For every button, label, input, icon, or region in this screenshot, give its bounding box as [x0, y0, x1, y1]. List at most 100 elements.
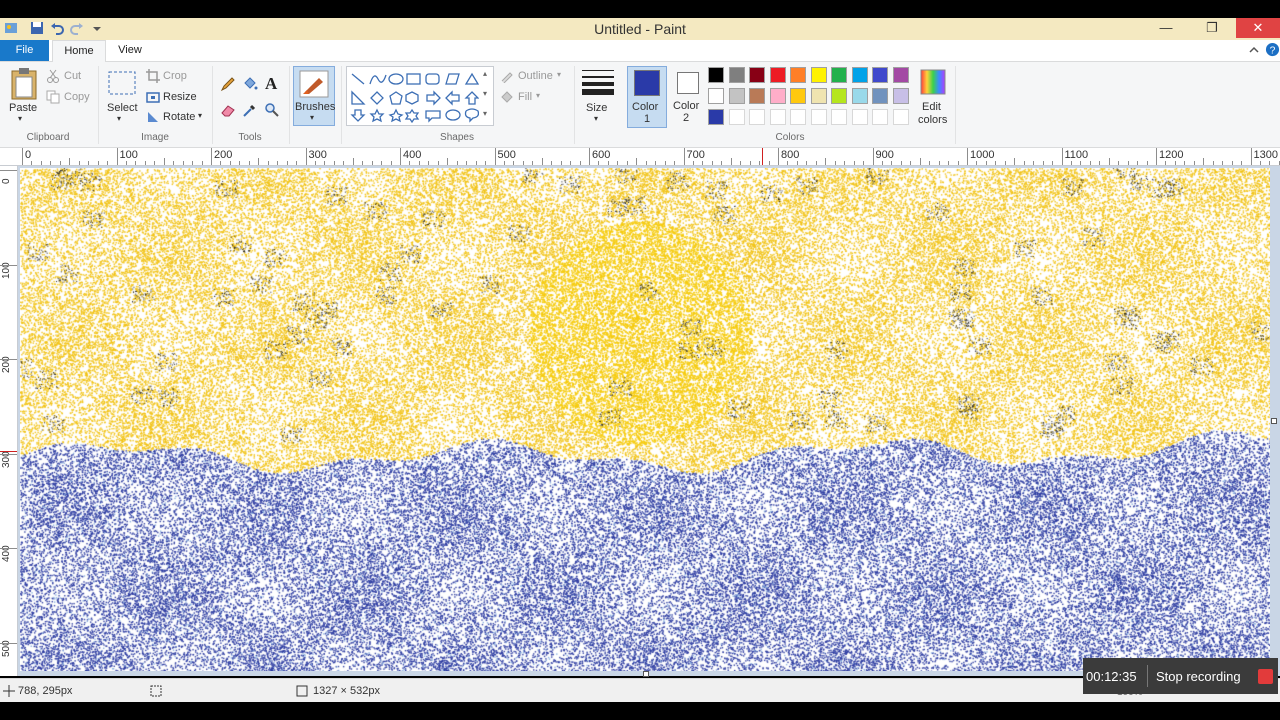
- fill-label[interactable]: Fill: [518, 91, 532, 103]
- resize-icon[interactable]: [146, 90, 160, 104]
- tab-file[interactable]: File: [0, 40, 49, 61]
- ruler-minor-tick: [948, 161, 950, 165]
- resize-label[interactable]: Resize: [163, 91, 197, 103]
- edit-colors-label-2[interactable]: colors: [918, 114, 947, 126]
- palette-swatch[interactable]: [790, 109, 806, 125]
- drawing-canvas[interactable]: [20, 168, 1270, 671]
- color-picker-icon[interactable]: [242, 102, 258, 118]
- fill-icon[interactable]: [500, 90, 514, 104]
- color1-button[interactable]: Color 1: [627, 66, 667, 128]
- palette-swatch[interactable]: [728, 88, 745, 104]
- edit-colors-label-1[interactable]: Edit: [922, 101, 941, 113]
- select-label[interactable]: Select: [107, 102, 138, 114]
- rotate-label[interactable]: Rotate: [163, 111, 195, 123]
- tab-home[interactable]: Home: [52, 40, 106, 62]
- ruler-minor-tick: [815, 161, 817, 165]
- palette-swatch[interactable]: [728, 109, 745, 125]
- paste-icon[interactable]: [10, 67, 38, 101]
- palette-swatch[interactable]: [810, 109, 827, 125]
- shapes-expand-icon[interactable]: ▾: [483, 109, 487, 118]
- canvas-resize-handle-right[interactable]: [1271, 418, 1277, 424]
- stop-recording-label[interactable]: Stop recording: [1156, 669, 1241, 684]
- paste-dropdown-icon[interactable]: ▾: [18, 114, 22, 123]
- crop-label[interactable]: Crop: [163, 70, 187, 82]
- color2-swatch: [677, 72, 699, 94]
- stop-recording-icon[interactable]: [1258, 669, 1273, 684]
- cut-label[interactable]: Cut: [64, 70, 81, 82]
- palette-swatch[interactable]: [851, 109, 868, 125]
- shapes-gallery[interactable]: ▴ ▾ ▾: [346, 66, 494, 126]
- outline-icon[interactable]: [500, 69, 514, 83]
- copy-label[interactable]: Copy: [64, 91, 90, 103]
- palette-swatch[interactable]: [769, 67, 786, 83]
- palette-swatch[interactable]: [749, 109, 765, 125]
- palette-swatch[interactable]: [810, 88, 827, 104]
- ruler-minor-tick: [1269, 161, 1271, 165]
- ruler-minor-tick: [69, 158, 71, 165]
- palette-swatch[interactable]: [708, 109, 724, 125]
- palette-swatch[interactable]: [790, 67, 806, 83]
- pencil-icon[interactable]: [220, 76, 236, 92]
- fill-bucket-icon[interactable]: [242, 76, 258, 92]
- ruler-minor-tick: [626, 161, 628, 165]
- rotate-dropdown-icon[interactable]: ▾: [198, 111, 202, 120]
- outline-label[interactable]: Outline: [518, 70, 553, 82]
- tab-view[interactable]: View: [110, 40, 150, 61]
- minimize-button[interactable]: —: [1144, 18, 1188, 38]
- palette-swatch[interactable]: [892, 88, 909, 104]
- palette-swatch[interactable]: [749, 88, 765, 104]
- size-icon[interactable]: [582, 69, 614, 95]
- palette-swatch[interactable]: [769, 88, 786, 104]
- palette-swatch[interactable]: [790, 88, 806, 104]
- brushes-button[interactable]: Brushes ▾: [293, 66, 335, 126]
- palette-swatch[interactable]: [810, 67, 827, 83]
- ruler-minor-tick: [740, 161, 742, 165]
- text-tool-icon[interactable]: A: [265, 74, 277, 94]
- ruler-minor-tick: [88, 161, 90, 165]
- palette-swatch[interactable]: [769, 109, 786, 125]
- palette-swatch[interactable]: [708, 67, 724, 83]
- palette-swatch[interactable]: [851, 88, 868, 104]
- palette-swatch[interactable]: [892, 67, 909, 83]
- ruler-minor-tick: [749, 161, 751, 165]
- eraser-icon[interactable]: [220, 102, 236, 118]
- rotate-icon[interactable]: [146, 110, 160, 124]
- select-icon[interactable]: [107, 70, 137, 96]
- help-icon[interactable]: ?: [1265, 42, 1280, 57]
- palette-swatch[interactable]: [872, 88, 888, 104]
- palette-swatch[interactable]: [708, 88, 724, 104]
- ruler-minor-tick: [796, 161, 798, 165]
- palette-swatch[interactable]: [831, 109, 847, 125]
- shapes-scroll-down-icon[interactable]: ▾: [483, 89, 487, 98]
- ruler-tick: [0, 359, 17, 360]
- palette-swatch[interactable]: [851, 67, 868, 83]
- crop-icon[interactable]: [146, 69, 160, 83]
- edit-colors-icon[interactable]: [919, 68, 947, 96]
- palette-swatch[interactable]: [831, 88, 847, 104]
- fill-dropdown-icon[interactable]: ▾: [536, 91, 540, 100]
- color2-button[interactable]: Color 2: [669, 66, 705, 128]
- palette-swatch[interactable]: [749, 67, 765, 83]
- cut-icon[interactable]: [46, 69, 60, 83]
- ruler-minor-tick: [381, 161, 383, 165]
- palette-swatch[interactable]: [892, 109, 909, 125]
- ruler-minor-tick: [1118, 161, 1120, 165]
- palette-swatch[interactable]: [831, 67, 847, 83]
- canvas-resize-handle-bottom[interactable]: [643, 671, 649, 677]
- restore-button[interactable]: ❐: [1190, 18, 1234, 38]
- palette-swatch[interactable]: [872, 109, 888, 125]
- size-dropdown-icon[interactable]: ▾: [594, 114, 598, 123]
- collapse-ribbon-icon[interactable]: [1248, 44, 1260, 56]
- palette-swatch[interactable]: [728, 67, 745, 83]
- select-dropdown-icon[interactable]: ▾: [117, 114, 121, 123]
- shapes-icons[interactable]: [349, 71, 479, 123]
- outline-dropdown-icon[interactable]: ▾: [557, 70, 561, 79]
- ruler-minor-tick: [863, 161, 865, 165]
- paste-label[interactable]: Paste: [9, 102, 37, 114]
- shapes-scroll-up-icon[interactable]: ▴: [483, 69, 487, 78]
- copy-icon[interactable]: [46, 90, 60, 104]
- size-label[interactable]: Size: [586, 102, 607, 114]
- magnifier-icon[interactable]: [264, 102, 280, 118]
- close-button[interactable]: ✕: [1236, 18, 1280, 38]
- palette-swatch[interactable]: [872, 67, 888, 83]
